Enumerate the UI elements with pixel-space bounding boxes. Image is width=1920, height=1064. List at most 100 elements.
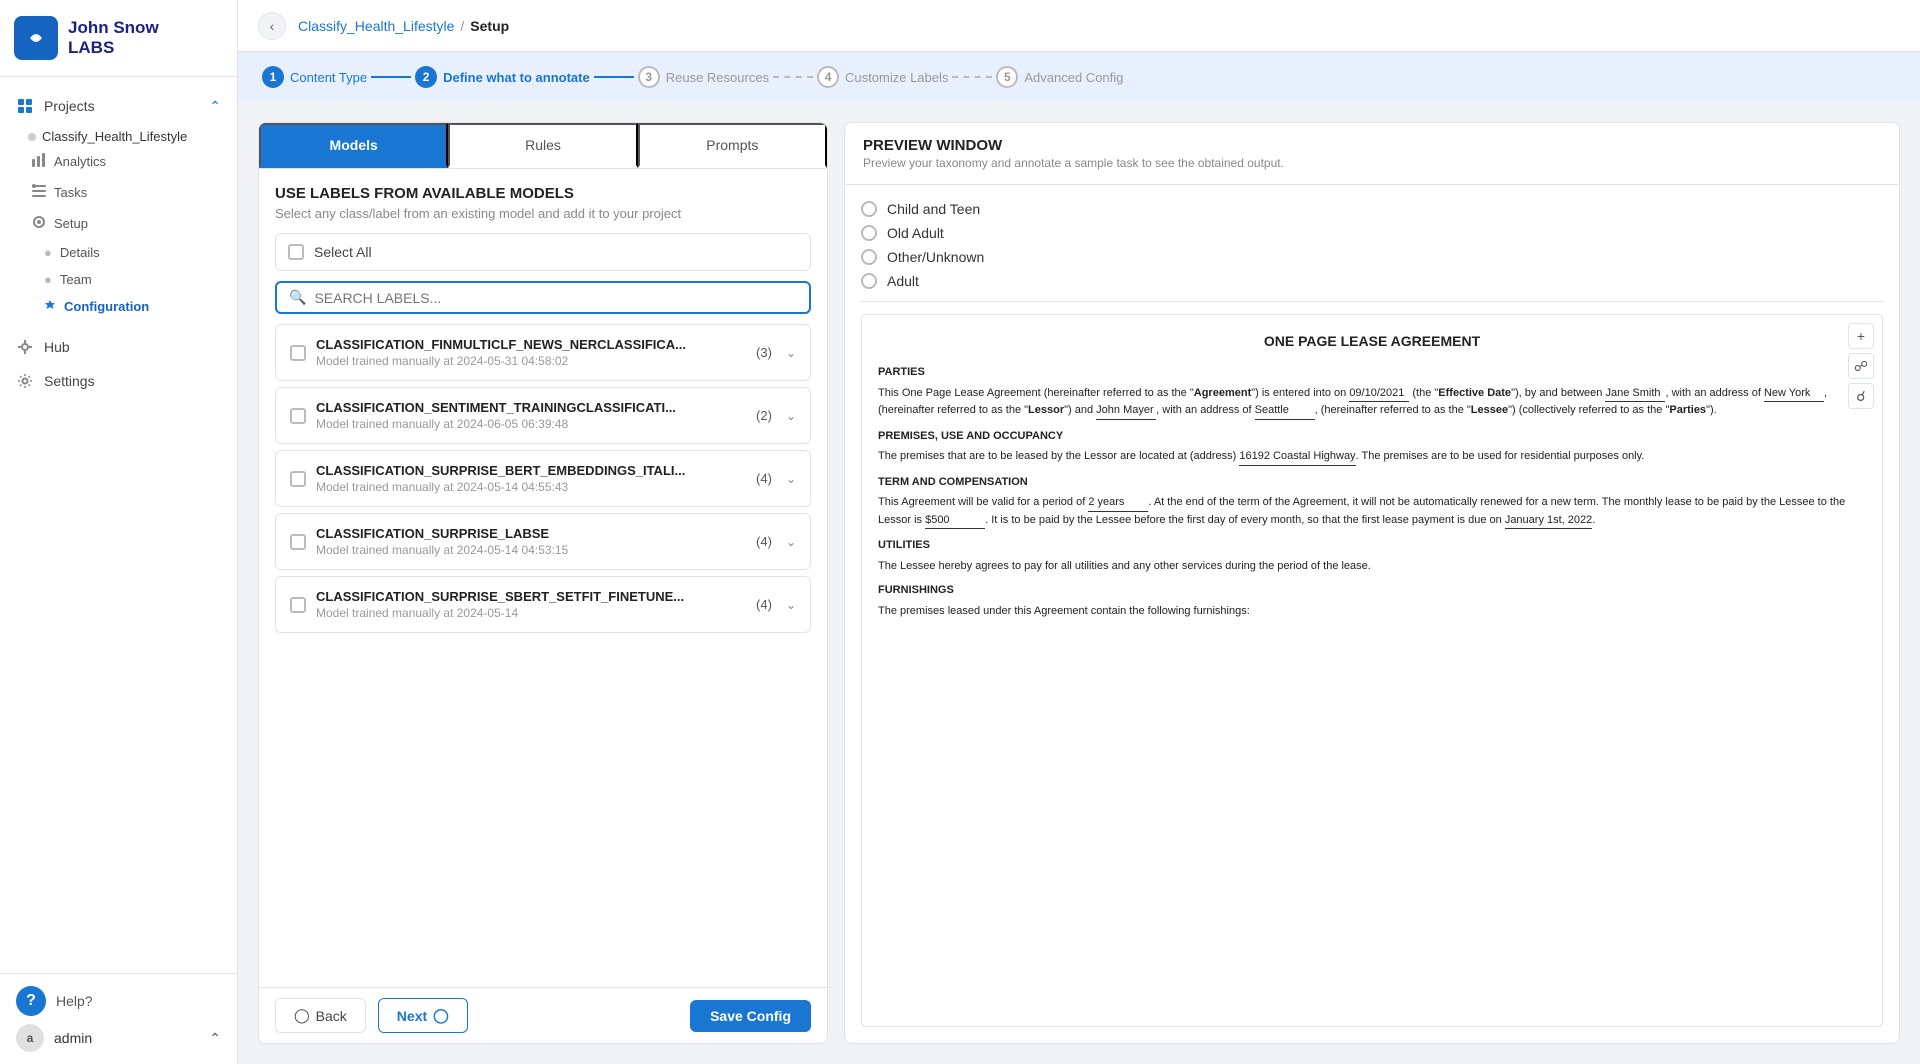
sidebar-item-projects[interactable]: Projects ⌃	[0, 89, 237, 123]
doc-section-4: FURNISHINGS	[878, 582, 1866, 599]
model-count-1: (2)	[756, 408, 772, 423]
step-3[interactable]: 3 Reuse Resources	[638, 66, 769, 88]
model-item-1[interactable]: CLASSIFICATION_SENTIMENT_TRAININGCLASSIF…	[275, 387, 811, 444]
team-label: Team	[60, 272, 92, 287]
sidebar-item-configuration[interactable]: Configuration	[0, 293, 237, 320]
radio-child-teen[interactable]: Child and Teen	[861, 201, 1883, 217]
select-all-checkbox[interactable]	[288, 244, 304, 260]
radio-old-adult[interactable]: Old Adult	[861, 225, 1883, 241]
logo-line2: LABS	[68, 38, 159, 58]
expand-icon-4[interactable]: ⌄	[786, 598, 796, 612]
radio-label-3: Adult	[887, 273, 919, 289]
step-5[interactable]: 5 Advanced Config	[996, 66, 1123, 88]
setup-icon	[32, 215, 46, 232]
sidebar-item-tasks[interactable]: Tasks	[0, 177, 237, 208]
details-label: Details	[60, 245, 100, 260]
config-icon	[44, 299, 56, 314]
back-button[interactable]: ◯ Back	[275, 998, 366, 1033]
sidebar-item-hub[interactable]: Hub	[0, 330, 237, 364]
model-checkbox-4[interactable]	[290, 597, 306, 613]
radio-other-unknown[interactable]: Other/Unknown	[861, 249, 1883, 265]
search-row: 🔍	[275, 281, 811, 314]
model-checkbox-1[interactable]	[290, 408, 306, 424]
step-4-label: Customize Labels	[845, 70, 948, 85]
analytics-icon	[32, 153, 46, 170]
expand-icon-1[interactable]: ⌄	[786, 409, 796, 423]
model-item-3[interactable]: CLASSIFICATION_SURPRISE_LABSE Model trai…	[275, 513, 811, 570]
next-button[interactable]: Next ◯	[378, 998, 468, 1033]
step-1[interactable]: 1 Content Type	[262, 66, 367, 88]
help-button[interactable]: ? Help?	[16, 986, 221, 1016]
model-checkbox-0[interactable]	[290, 345, 306, 361]
model-item-0[interactable]: CLASSIFICATION_FINMULTICLF_NEWS_NERCLASS…	[275, 324, 811, 381]
sidebar-item-settings[interactable]: Settings	[0, 364, 237, 398]
sidebar: John Snow LABS Projects ⌃ Classify_Healt…	[0, 0, 238, 1064]
sidebar-item-analytics[interactable]: Analytics	[0, 146, 237, 177]
expand-icon-3[interactable]: ⌄	[786, 535, 796, 549]
tab-models[interactable]: Models	[259, 123, 448, 168]
zoom-controls: + ☍ ☌	[1848, 323, 1874, 409]
model-count-4: (4)	[756, 597, 772, 612]
zoom-out-button[interactable]: ☌	[1848, 383, 1874, 409]
collapse-sidebar-button[interactable]: ‹	[258, 12, 286, 40]
radio-adult[interactable]: Adult	[861, 273, 1883, 289]
doc-section-0: PARTIES	[878, 364, 1866, 381]
model-item-2[interactable]: CLASSIFICATION_SURPRISE_BERT_EMBEDDINGS_…	[275, 450, 811, 507]
step-1-num: 1	[262, 66, 284, 88]
admin-row[interactable]: a admin ⌃	[16, 1024, 221, 1052]
config-label: Configuration	[64, 299, 149, 314]
step-4-num: 4	[817, 66, 839, 88]
breadcrumb-project[interactable]: Classify_Health_Lifestyle	[298, 18, 454, 34]
step-2-num: 2	[415, 66, 437, 88]
next-icon: ◯	[433, 1007, 449, 1024]
step-2[interactable]: 2 Define what to annotate	[415, 66, 590, 88]
doc-text-1: The premises that are to be leased by th…	[878, 448, 1866, 466]
radio-circle-3	[861, 273, 877, 289]
sidebar-item-details[interactable]: ● Details	[0, 239, 237, 266]
sidebar-nav: Projects ⌃ Classify_Health_Lifestyle Ana…	[0, 77, 237, 973]
back-icon: ◯	[294, 1007, 310, 1024]
search-input[interactable]	[314, 290, 797, 306]
step-3-num: 3	[638, 66, 660, 88]
project-name[interactable]: Classify_Health_Lifestyle	[0, 123, 237, 146]
analytics-label: Analytics	[54, 154, 106, 169]
expand-icon-2[interactable]: ⌄	[786, 472, 796, 486]
bottom-bar: ◯ Back Next ◯ Save Config	[259, 987, 827, 1043]
tab-rules[interactable]: Rules	[448, 123, 637, 168]
step-4[interactable]: 4 Customize Labels	[817, 66, 948, 88]
sidebar-item-team[interactable]: ● Team	[0, 266, 237, 293]
expand-icon-0[interactable]: ⌄	[786, 346, 796, 360]
tab-prompts[interactable]: Prompts	[638, 123, 827, 168]
model-checkbox-3[interactable]	[290, 534, 306, 550]
model-item-4[interactable]: CLASSIFICATION_SURPRISE_SBERT_SETFIT_FIN…	[275, 576, 811, 633]
step-5-label: Advanced Config	[1024, 70, 1123, 85]
sidebar-item-setup[interactable]: Setup	[0, 208, 237, 239]
radio-circle-0	[861, 201, 877, 217]
team-icon: ●	[44, 272, 52, 287]
preview-title: PREVIEW WINDOW	[863, 137, 1881, 154]
content-area: Models Rules Prompts USE LABELS FROM AVA…	[238, 102, 1920, 1064]
step-connector-4	[952, 76, 992, 78]
model-name-1: CLASSIFICATION_SENTIMENT_TRAININGCLASSIF…	[316, 400, 746, 415]
avatar: a	[16, 1024, 44, 1052]
settings-label: Settings	[44, 373, 95, 389]
step-connector-2	[594, 76, 634, 78]
radio-options: Child and Teen Old Adult Other/Unknown A…	[861, 201, 1883, 302]
document-preview: + ☍ ☌ ONE PAGE LEASE AGREEMENT PARTIES T…	[861, 314, 1883, 1027]
model-date-3: Model trained manually at 2024-05-14 04:…	[316, 543, 746, 557]
zoom-fit-button[interactable]: ☍	[1848, 353, 1874, 379]
model-name-4: CLASSIFICATION_SURPRISE_SBERT_SETFIT_FIN…	[316, 589, 746, 604]
model-count-0: (3)	[756, 345, 772, 360]
breadcrumb: Classify_Health_Lifestyle / Setup	[298, 18, 509, 34]
doc-section-2: TERM AND COMPENSATION	[878, 474, 1866, 491]
save-button[interactable]: Save Config	[690, 1000, 811, 1032]
select-all-row[interactable]: Select All	[275, 233, 811, 271]
section-subtitle: Select any class/label from an existing …	[275, 206, 811, 221]
logo: John Snow LABS	[0, 0, 237, 77]
zoom-in-button[interactable]: +	[1848, 323, 1874, 349]
model-name-0: CLASSIFICATION_FINMULTICLF_NEWS_NERCLASS…	[316, 337, 746, 352]
step-5-num: 5	[996, 66, 1018, 88]
model-count-3: (4)	[756, 534, 772, 549]
model-checkbox-2[interactable]	[290, 471, 306, 487]
projects-label: Projects	[44, 98, 95, 114]
